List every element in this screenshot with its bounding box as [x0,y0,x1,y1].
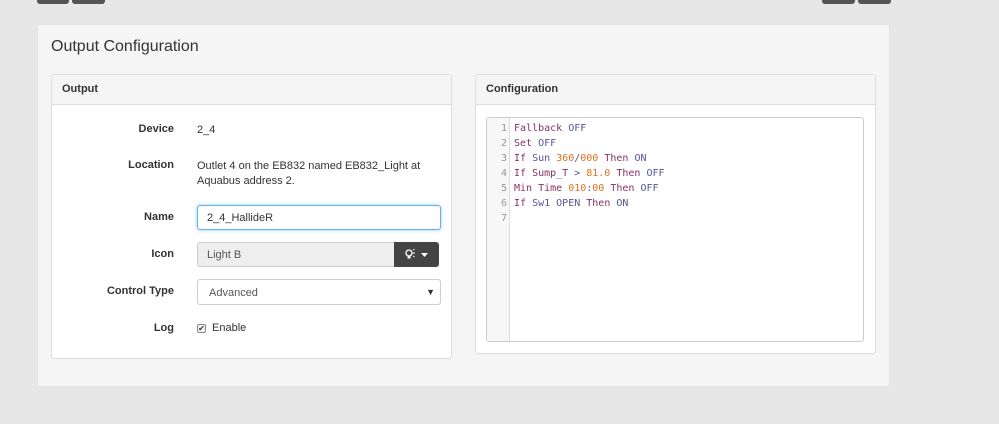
device-value: 2_4 [197,124,216,136]
checkbox-check-icon[interactable]: ✔ [197,323,206,333]
code-line[interactable]: 3 If Sun 360/000 Then ON [487,151,863,166]
footer-copyright [36,418,39,424]
code-token: Then [610,168,647,179]
code-token: 000 [580,153,599,164]
top-left-button-2[interactable] [72,0,105,4]
code-token: OFF [640,183,659,194]
code-line[interactable]: 1 Fallback OFF [487,121,863,136]
code-text: Fallback OFF [514,121,586,136]
location-value: Outlet 4 on the EB832 named EB832_Light … [197,160,421,187]
page-title: Output Configuration [51,38,199,55]
code-token: OFF [568,123,587,134]
code-token: Set [514,138,539,149]
code-token: Sun [532,153,557,164]
icon-dropdown-button[interactable] [394,242,439,267]
configuration-panel: Configuration 1 Fallback OFF 2 Set OFF 3 If S… [475,74,876,354]
control-type-value: Advanced [209,287,258,299]
code-token: If [514,198,533,209]
code-line[interactable]: 7 [487,211,863,226]
select-caret-icon: ▼ [426,287,435,297]
code-token: Then [604,183,641,194]
log-label: Log [153,322,174,334]
code-token: Min Time [514,183,569,194]
code-token: OFF [538,138,557,149]
code-text: If Sw1 OPEN Then ON [514,196,628,211]
code-text: If Sun 360/000 Then ON [514,151,646,166]
code-editor[interactable]: 1 Fallback OFF 2 Set OFF 3 If Sun 360/000 The… [486,117,864,342]
line-number: 3 [500,153,507,164]
code-token: Then [598,153,635,164]
line-number: 7 [500,213,507,224]
code-token: 010 [568,183,587,194]
log-enable-label: Enable [212,322,247,334]
code-line[interactable]: 2 Set OFF [487,136,863,151]
line-number: 5 [500,183,507,194]
line-number: 6 [500,198,507,209]
code-text: Min Time 010:00 Then OFF [514,181,659,196]
location-label: Location [128,159,174,171]
icon-label: Icon [151,248,174,260]
code-token: Sump_T [532,168,569,179]
icon-picker: Light B [197,242,439,267]
lightbulb-icon [405,249,415,259]
code-token: > [568,168,587,179]
top-left-button-1[interactable] [37,0,69,4]
code-token: 360 [556,153,575,164]
code-token: Then [586,198,617,209]
code-line[interactable]: 5 Min Time 010:00 Then OFF [487,181,863,196]
output-panel-heading: Output [52,75,451,105]
code-token: 81.0 [586,168,611,179]
icon-value-field[interactable]: Light B [197,242,395,267]
code-token: 00 [592,183,605,194]
log-enable-checkbox[interactable]: ✔ Enable [197,322,246,334]
name-input[interactable] [197,205,441,230]
device-label: Device [138,123,174,135]
code-line[interactable]: 6 If Sw1 OPEN Then ON [487,196,863,211]
code-token: ON [634,153,647,164]
code-token: OPEN [556,198,587,209]
code-token: Fallback [514,123,569,134]
line-number: 4 [500,168,507,179]
code-token: ON [616,198,629,209]
control-type-select[interactable]: Advanced ▼ [197,279,441,305]
code-token: Sw1 [532,198,557,209]
top-right-button-2[interactable] [858,0,891,4]
output-panel: Output Device 2_4 Location Outlet 4 on t… [51,74,452,359]
code-token: If [514,153,533,164]
code-text: Set OFF [514,136,556,151]
code-text: If Sump_T > 81.0 Then OFF [514,166,665,181]
configuration-panel-heading: Configuration [476,75,875,105]
top-right-button-1[interactable] [822,0,855,4]
code-line[interactable]: 4 If Sump_T > 81.0 Then OFF [487,166,863,181]
code-token: If [514,168,533,179]
line-number: 2 [500,138,507,149]
control-type-label: Control Type [106,285,174,297]
caret-down-icon [421,252,428,257]
name-label: Name [144,211,174,223]
code-token: OFF [646,168,665,179]
line-number: 1 [500,123,507,134]
